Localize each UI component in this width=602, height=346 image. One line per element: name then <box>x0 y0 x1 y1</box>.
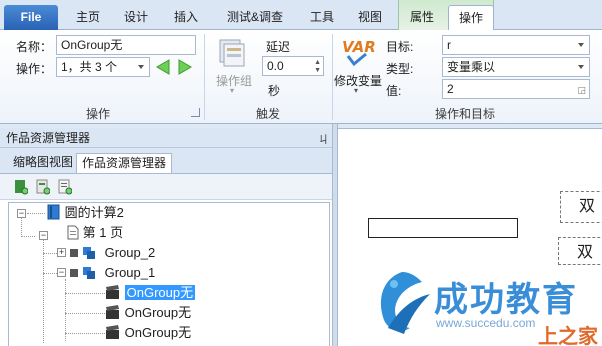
tree-connector <box>65 279 66 341</box>
action-group-icon <box>219 39 245 67</box>
spin-up-icon[interactable]: ▲ <box>314 59 321 66</box>
name-label: 名称： <box>16 40 53 54</box>
tab-thumbnail-view[interactable]: 缩略图视图 <box>8 153 78 173</box>
add-group-icon[interactable] <box>58 179 72 195</box>
tree-connector <box>21 215 22 237</box>
tab-tools[interactable]: 工具 <box>302 5 342 30</box>
tree-connector <box>65 333 105 334</box>
group-icon <box>70 247 95 259</box>
expand-toggle[interactable]: + <box>57 248 66 257</box>
type-label: 类型: <box>386 62 414 76</box>
op-target-group-label: 操作和目标 <box>434 107 495 121</box>
text-object[interactable]: 双 <box>560 191 602 223</box>
chevron-down-icon: ▾ <box>354 86 359 95</box>
tree-node-page[interactable]: 第 1 页 <box>67 224 123 242</box>
expand-icon[interactable]: ◲ <box>577 81 586 98</box>
operation-group-label: 操作 <box>85 107 110 121</box>
tree-connector <box>21 236 35 237</box>
page-icon <box>67 225 79 240</box>
next-arrow-icon[interactable] <box>176 58 194 76</box>
delay-value: 0.0 <box>267 59 284 73</box>
tab-explorer[interactable]: 作品资源管理器 <box>76 153 173 173</box>
tree-node-group-1[interactable]: Group_1 <box>69 264 155 282</box>
tree-node-label: Group_2 <box>104 245 156 260</box>
collapse-toggle[interactable]: − <box>57 268 66 277</box>
tree-node-label: 圆的计算2 <box>64 205 124 220</box>
tree-connector <box>65 313 105 314</box>
trigger-group-label: 触发 <box>255 107 280 121</box>
value-input[interactable]: 2 ◲ <box>442 79 590 99</box>
type-value: 变量乘以 <box>447 60 496 74</box>
book-icon <box>47 204 60 220</box>
collapse-toggle[interactable]: − <box>39 231 48 240</box>
prev-arrow-icon[interactable] <box>154 58 172 76</box>
group-separator <box>204 34 205 120</box>
target-value: r <box>447 38 451 52</box>
tree-connector <box>65 293 105 294</box>
tree-node-label: 第 1 页 <box>82 225 124 240</box>
tree-toolbar <box>0 174 332 200</box>
tree-connector <box>27 213 45 214</box>
chevron-down-icon <box>138 65 144 69</box>
tab-properties[interactable]: 属性 <box>402 5 442 30</box>
tab-test[interactable]: 测试&调查 <box>218 5 292 30</box>
value-label: 值: <box>386 84 402 98</box>
tree-node-group-2[interactable]: Group_2 <box>69 244 155 262</box>
pin-icon[interactable]: ㄐ <box>318 131 329 147</box>
tree-node-label: Group_1 <box>104 265 156 280</box>
operation-select[interactable]: 1，共 3 个 <box>56 57 150 77</box>
svg-text:VAR: VAR <box>342 38 376 56</box>
chevron-down-icon <box>578 43 584 47</box>
stage-canvas[interactable]: 双 双 <box>338 128 602 346</box>
chevron-down-icon <box>578 65 584 69</box>
tree-connector <box>43 253 57 254</box>
tab-home[interactable]: 主页 <box>66 5 110 30</box>
text-object[interactable]: 双 <box>558 237 602 265</box>
panel-subtabs: 缩略图视图 作品资源管理器 <box>0 149 332 173</box>
rectangle-object[interactable] <box>368 218 518 238</box>
operation-select-value: 1，共 3 个 <box>61 60 118 74</box>
tab-operation[interactable]: 操作 <box>448 5 494 31</box>
tree-node-label: OnGroup无 <box>124 325 192 340</box>
action-group-button[interactable] <box>218 36 248 70</box>
chevron-down-icon: ▾ <box>230 86 235 95</box>
clapperboard-icon <box>106 325 119 339</box>
tree-node-root[interactable]: 圆的计算2 <box>47 204 124 222</box>
value-value: 2 <box>447 82 454 96</box>
tree-node-ongroup-1[interactable]: OnGroup无 <box>105 284 196 302</box>
tree-node-label: OnGroup无 <box>124 305 192 320</box>
ribbon-tab-bar: File 主页 设计 插入 测试&调查 工具 视图 属性 操作 <box>0 0 602 31</box>
operation-label: 操作： <box>16 62 53 76</box>
type-select[interactable]: 变量乘以 <box>442 57 590 77</box>
modify-variable-button[interactable]: VAR <box>338 34 382 72</box>
tree-node-ongroup-2[interactable]: OnGroup无 <box>105 304 191 322</box>
tree-node-label: OnGroup无 <box>124 285 196 300</box>
clapperboard-icon <box>106 285 119 299</box>
target-select[interactable]: r <box>442 35 590 55</box>
tab-view[interactable]: 视图 <box>350 5 390 30</box>
tab-file[interactable]: File <box>4 5 58 30</box>
clapperboard-icon <box>106 305 119 319</box>
ribbon-panel: 名称： OnGroup无 操作： 1，共 3 个 操作 操作组 ▾ 延迟 0.0… <box>0 30 602 124</box>
name-input[interactable]: OnGroup无 <box>56 35 196 55</box>
add-page-icon[interactable] <box>14 179 28 195</box>
seconds-label: 秒 <box>268 84 281 98</box>
spin-down-icon[interactable]: ▼ <box>314 67 321 74</box>
operation-group-launcher-icon[interactable] <box>191 108 200 117</box>
target-label: 目标: <box>386 40 414 54</box>
delay-input[interactable]: 0.0 ▲ ▼ <box>262 56 324 76</box>
panel-title: 作品资源管理器 <box>0 128 332 148</box>
group-icon <box>70 267 95 279</box>
tree-connector <box>43 235 44 343</box>
add-item-icon[interactable] <box>36 179 50 195</box>
tab-design[interactable]: 设计 <box>114 5 158 30</box>
tab-insert[interactable]: 插入 <box>164 5 208 30</box>
tree-view: − 圆的计算2 − 第 1 页 + Group_2 − Group_1 OnGr… <box>8 202 330 346</box>
collapse-toggle[interactable]: − <box>17 209 26 218</box>
tree-node-ongroup-3[interactable]: OnGroup无 <box>105 324 191 342</box>
var-icon: VAR <box>342 38 376 67</box>
tree-panel: − 圆的计算2 − 第 1 页 + Group_2 − Group_1 OnGr… <box>0 173 332 346</box>
tree-connector <box>43 273 57 274</box>
delay-label: 延迟 <box>266 40 291 54</box>
